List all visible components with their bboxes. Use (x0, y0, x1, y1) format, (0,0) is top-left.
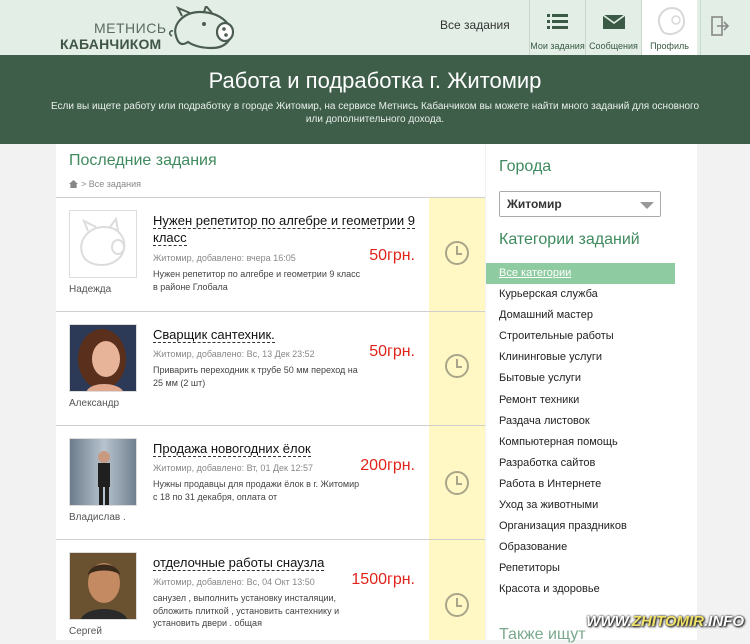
sidebar: Города Житомир Категории заданий Все кат… (486, 144, 697, 643)
logout-button[interactable] (700, 0, 750, 55)
task-meta: Житомир, добавлено: Вт, 01 Дек 12:57 (153, 463, 314, 473)
home-icon[interactable] (69, 180, 78, 188)
city-select[interactable]: Житомир (499, 191, 661, 217)
breadcrumb-all-tasks[interactable]: Все задания (89, 179, 141, 189)
task-description: Нужен репетитор по алгебре и геометрии 9… (153, 269, 361, 292)
nav-profile-button[interactable]: Профиль (641, 0, 697, 55)
task-card[interactable]: Александр Сварщик сантехник. Житомир, до… (56, 311, 485, 425)
avatar-icon (658, 6, 686, 36)
category-item[interactable]: Уход за животными (486, 495, 675, 516)
category-item[interactable]: Курьерская служба (486, 284, 675, 305)
logo-text-top: МЕТНИСЬ (94, 20, 167, 36)
nav-messages-button[interactable]: Сообщения (585, 0, 641, 55)
task-title[interactable]: Нужен репетитор по алгебре и геометрии 9… (153, 212, 421, 246)
tasks-panel: Последние задания > Все задания Надежда … (56, 144, 485, 640)
user-avatar[interactable] (69, 552, 137, 620)
nav-all-tasks-link[interactable]: Все задания (440, 18, 510, 32)
category-item[interactable]: Организация праздников (486, 516, 675, 537)
user-photo (70, 553, 136, 619)
task-title[interactable]: Продажа новогодних ёлок (153, 440, 421, 457)
categories-heading: Категории заданий (499, 231, 640, 248)
task-user-name[interactable]: Александр (69, 398, 119, 409)
category-item[interactable]: Репетиторы (486, 558, 675, 579)
user-photo (70, 325, 136, 391)
breadcrumb: > Все задания (69, 179, 141, 189)
page-title: Работа и подработка г. Житомир (208, 68, 542, 93)
user-avatar[interactable] (69, 210, 137, 278)
category-item[interactable]: Ремонт техники (486, 390, 675, 411)
pig-logo-icon (168, 6, 235, 50)
task-price: 1500грн. (351, 571, 415, 588)
task-title[interactable]: Сварщик сантехник. (153, 326, 421, 343)
category-item[interactable]: Образование (486, 537, 675, 558)
category-item[interactable]: Домашний мастер (486, 305, 675, 326)
category-item[interactable]: Строительные работы (486, 326, 675, 347)
task-status-column (429, 312, 485, 425)
category-item-all[interactable]: Все категории (486, 263, 675, 285)
user-avatar[interactable] (69, 438, 137, 506)
nav-profile-label: Профиль (650, 41, 689, 51)
clock-icon (445, 471, 469, 495)
task-card[interactable]: Сергей отделочные работы снаузла Житомир… (56, 539, 485, 640)
city-select-value: Житомир (507, 197, 562, 211)
logo-text-bottom: КАБАНЧИКОМ (60, 36, 162, 52)
avatar-placeholder-icon (70, 211, 136, 277)
task-description: санузел , выполнить установку инсталяции… (153, 593, 340, 628)
user-avatar[interactable] (69, 324, 137, 392)
hero-banner: Работа и подработка г. Житомир Если вы и… (0, 55, 750, 144)
task-meta: Житомир, добавлено: Вс, 13 Дек 23:52 (153, 349, 315, 359)
task-meta: Житомир, добавлено: вчера 16:05 (153, 253, 296, 263)
clock-icon (445, 354, 469, 378)
task-card[interactable]: Надежда Нужен репетитор по алгебре и гео… (56, 197, 485, 311)
category-item[interactable]: Разработка сайтов (486, 453, 675, 474)
categories-list: Все категории Курьерская служба Домашний… (486, 263, 675, 601)
task-description: Нужны продавцы для продажи ёлок в г. Жит… (153, 479, 360, 502)
clock-icon (445, 241, 469, 265)
latest-tasks-heading: Последние задания (69, 152, 217, 169)
user-photo (70, 439, 136, 505)
category-item[interactable]: Красота и здоровье (486, 579, 675, 600)
category-item[interactable]: Компьютерная помощь (486, 432, 675, 453)
logout-icon (711, 16, 729, 36)
task-title[interactable]: отделочные работы снаузла (153, 554, 421, 571)
nav-my-tasks-button[interactable]: Мои задания (529, 0, 585, 55)
task-user-name[interactable]: Владислав . (69, 512, 126, 523)
task-description: Приварить переходник к трубе 50 мм перех… (153, 365, 358, 388)
site-logo[interactable]: МЕТНИСЬ КАБАНЧИКОМ (60, 6, 240, 52)
nav-messages-label: Сообщения (589, 41, 638, 51)
task-price: 200грн. (360, 457, 415, 474)
envelope-icon (603, 14, 625, 29)
task-card[interactable]: Владислав . Продажа новогодних ёлок Жито… (56, 425, 485, 539)
category-item[interactable]: Клининговые услуги (486, 347, 675, 368)
task-status-column (429, 540, 485, 640)
nav-my-tasks-label: Мои задания (530, 41, 585, 51)
chevron-down-icon (640, 202, 654, 209)
site-header: МЕТНИСЬ КАБАНЧИКОМ Все задания Мои задан… (0, 0, 750, 55)
task-user-name[interactable]: Надежда (69, 284, 111, 295)
category-item[interactable]: Раздача листовок (486, 411, 675, 432)
list-icon (547, 14, 568, 29)
category-item[interactable]: Работа в Интернете (486, 474, 675, 495)
category-item[interactable]: Бытовые услуги (486, 368, 675, 389)
task-user-name[interactable]: Сергей (69, 626, 102, 637)
task-price: 50грн. (369, 247, 415, 264)
task-meta: Житомир, добавлено: Вс, 04 Окт 13:50 (153, 577, 315, 587)
banner-description: Если вы ищете работу или подработку в го… (50, 101, 700, 125)
task-price: 50грн. (369, 343, 415, 360)
watermark: WWW.ZHITOMIR.INFO (586, 613, 744, 630)
clock-icon (445, 593, 469, 617)
task-status-column (429, 198, 485, 311)
also-searched-heading: Также ищут (499, 626, 586, 643)
cities-heading: Города (499, 158, 552, 175)
task-status-column (429, 426, 485, 539)
